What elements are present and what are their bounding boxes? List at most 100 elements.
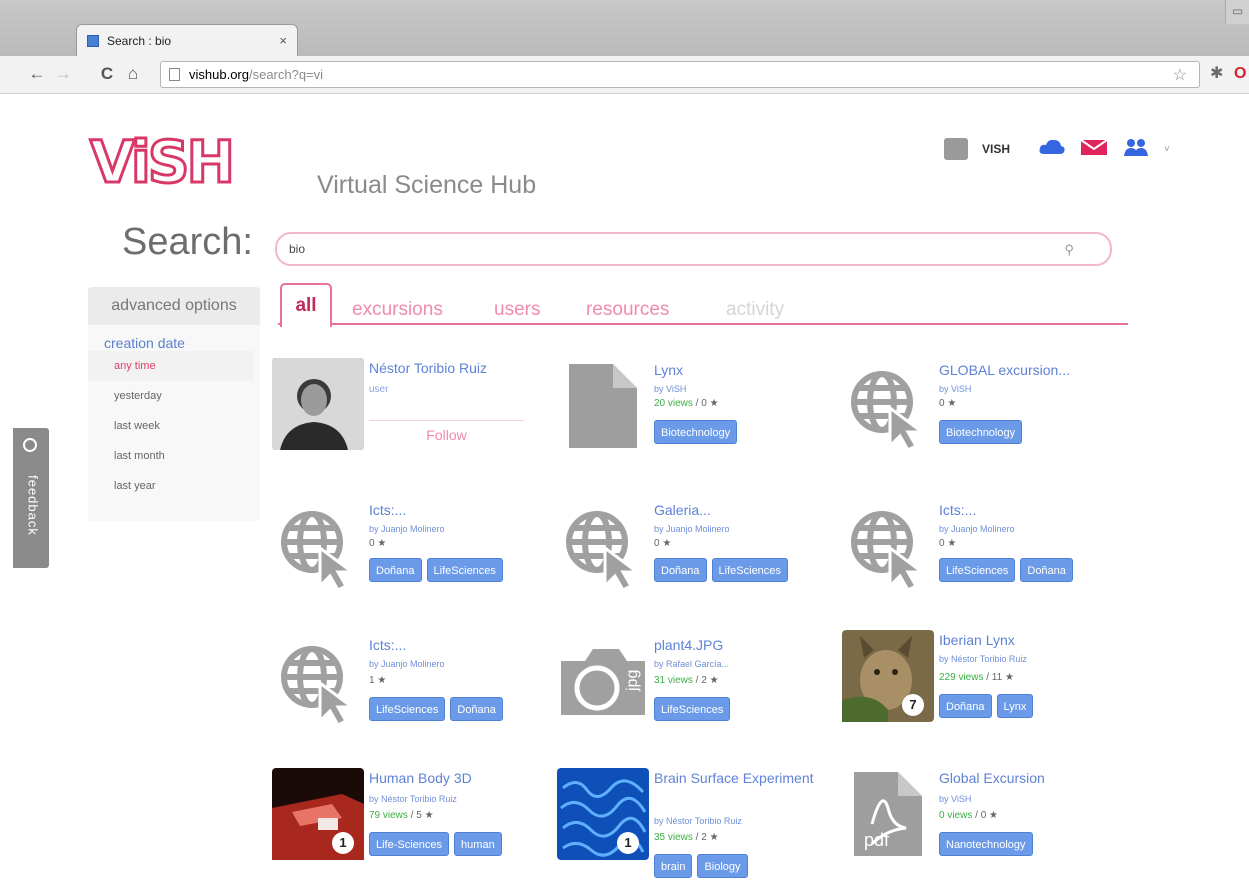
tag-badge[interactable]: Biotechnology (939, 420, 1023, 444)
date-option-any-time[interactable]: any time (88, 351, 254, 381)
advanced-options-button[interactable]: advanced options (88, 287, 260, 325)
date-option-yesterday[interactable]: yesterday (88, 381, 260, 411)
user-name-link[interactable]: Néstor Toribio Ruiz (369, 358, 544, 378)
follow-button[interactable]: Follow (369, 420, 524, 448)
back-button[interactable]: ← (26, 62, 48, 86)
result-author[interactable]: by Juanjo Molinero (939, 524, 1015, 534)
forward-button[interactable]: → (52, 62, 74, 86)
result-card: jpg plant4.JPG by Rafael García... 31 vi… (557, 635, 827, 745)
user-name[interactable]: VISH (982, 142, 1010, 156)
result-author[interactable]: by Rafael García... (654, 659, 729, 669)
date-option-last-year[interactable]: last year (88, 471, 260, 501)
search-input[interactable]: bio ⚲ (275, 232, 1112, 266)
result-title[interactable]: Lynx (654, 360, 829, 380)
tag-badge[interactable]: Doñana (369, 558, 422, 582)
tag-badge[interactable]: Life-Sciences (369, 832, 450, 856)
result-likes: / 11 ★ (983, 672, 1014, 683)
camera-image-icon[interactable]: jpg (557, 635, 649, 727)
messages-envelope-icon[interactable] (1080, 137, 1108, 162)
document-icon[interactable] (557, 360, 649, 452)
result-likes: 0 ★ (654, 538, 672, 549)
result-title[interactable]: Icts:... (939, 500, 1114, 520)
tab-resources[interactable]: resources (586, 299, 669, 321)
result-author[interactable]: by ViSH (939, 794, 971, 804)
result-tags: Biotechnology (939, 420, 1023, 444)
date-option-last-week[interactable]: last week (88, 411, 260, 441)
result-title[interactable]: Human Body 3D (369, 768, 544, 788)
tag-badge[interactable]: Lynx (996, 694, 1034, 718)
result-likes: 0 ★ (939, 398, 957, 409)
result-title[interactable]: Galeria... (654, 500, 829, 520)
tab-title: Search : bio (107, 33, 172, 48)
lynx-photo[interactable]: 7 (842, 630, 934, 722)
result-title[interactable]: Brain Surface Experiment (654, 768, 829, 788)
web-excursion-icon[interactable] (272, 635, 364, 727)
result-author[interactable]: by ViSH (939, 384, 971, 394)
feedback-tab[interactable]: feedback (13, 428, 49, 568)
tag-badge[interactable]: LifeSciences (654, 697, 731, 721)
tag-badge[interactable]: Doñana (654, 558, 707, 582)
web-excursion-icon[interactable] (557, 500, 649, 592)
bookmark-star-icon[interactable]: ☆ (1173, 63, 1187, 88)
tag-badge[interactable]: LifeSciences (711, 558, 788, 582)
extension-icon[interactable]: ✱ (1210, 62, 1223, 86)
dropdown-caret-icon[interactable]: ˅ (1164, 144, 1170, 155)
result-author[interactable]: by Néstor Toribio Ruiz (939, 654, 1027, 664)
brain-surface-photo[interactable]: 1 (557, 768, 649, 860)
result-tags: Nanotechnology (939, 832, 1033, 856)
tag-badge[interactable]: Doñana (939, 694, 992, 718)
web-excursion-icon[interactable] (842, 360, 934, 452)
tag-badge[interactable]: brain (654, 854, 693, 878)
web-excursion-icon[interactable] (272, 500, 364, 592)
tag-badge[interactable]: LifeSciences (369, 697, 446, 721)
advanced-options-panel: advanced options creation date any time … (88, 287, 260, 521)
browser-tab[interactable]: Search : bio × (76, 24, 298, 56)
web-excursion-icon[interactable] (842, 500, 934, 592)
user-avatar[interactable] (944, 138, 968, 160)
result-title[interactable]: plant4.JPG (654, 635, 829, 655)
result-author[interactable]: by Juanjo Molinero (654, 524, 730, 534)
user-photo[interactable] (272, 358, 364, 450)
home-button[interactable]: ⌂ (122, 62, 144, 86)
home-cloud-icon[interactable] (1038, 137, 1066, 162)
tag-badge[interactable]: Doñana (450, 697, 503, 721)
result-stats: 79 views / 5 ★ (369, 810, 434, 821)
tag-badge[interactable]: human (454, 832, 502, 856)
tag-badge[interactable]: LifeSciences (426, 558, 503, 582)
tag-badge[interactable]: Doñana (1020, 558, 1073, 582)
tab-close-icon[interactable]: × (279, 33, 287, 48)
result-author[interactable]: by Juanjo Molinero (369, 524, 445, 534)
result-card: Icts:... by Juanjo Molinero 1 ★ LifeScie… (272, 635, 542, 745)
contacts-people-icon[interactable] (1122, 137, 1150, 162)
search-icon[interactable]: ⚲ (1064, 241, 1074, 259)
vish-logo[interactable]: ViSH (88, 127, 236, 198)
tab-activity[interactable]: activity (726, 299, 784, 321)
result-title[interactable]: Global Excursion (939, 768, 1114, 788)
result-author[interactable]: by ViSH (654, 384, 686, 394)
reload-button[interactable]: C (96, 62, 118, 86)
result-author[interactable]: by Néstor Toribio Ruiz (654, 816, 742, 826)
tab-excursions[interactable]: excursions (352, 299, 443, 321)
result-author[interactable]: by Néstor Toribio Ruiz (369, 794, 457, 804)
tag-badge[interactable]: LifeSciences (939, 558, 1016, 582)
tab-users[interactable]: users (494, 299, 540, 321)
window-minimize-button[interactable]: ▭ (1225, 0, 1249, 24)
tag-badge[interactable]: Biotechnology (654, 420, 738, 444)
result-title[interactable]: Icts:... (369, 635, 544, 655)
result-title[interactable]: Iberian Lynx (939, 630, 1114, 650)
tag-badge[interactable]: Nanotechnology (939, 832, 1033, 856)
result-card: 7 Iberian Lynx by Néstor Toribio Ruiz 22… (842, 630, 1112, 740)
tab-all[interactable]: all (280, 283, 332, 327)
result-likes: 0 ★ (369, 538, 387, 549)
result-likes: / 0 ★ (692, 398, 719, 409)
result-stats: 229 views / 11 ★ (939, 672, 1014, 683)
result-title[interactable]: GLOBAL excursion... (939, 360, 1114, 380)
result-author[interactable]: by Juanjo Molinero (369, 659, 445, 669)
human-body-photo[interactable]: 1 (272, 768, 364, 860)
date-option-last-month[interactable]: last month (88, 441, 260, 471)
pdf-icon[interactable]: pdf (842, 768, 934, 860)
opera-icon[interactable]: O (1234, 62, 1246, 86)
tag-badge[interactable]: Biology (697, 854, 748, 878)
address-bar[interactable]: vishub.org/search?q=vi ☆ (160, 61, 1200, 88)
result-title[interactable]: Icts:... (369, 500, 544, 520)
